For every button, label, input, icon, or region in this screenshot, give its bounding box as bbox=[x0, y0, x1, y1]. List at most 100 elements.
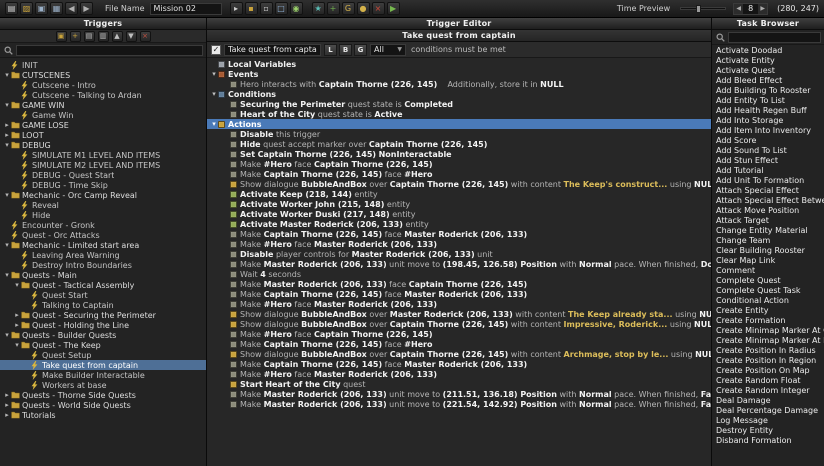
task-item[interactable]: Add Unit To Formation bbox=[712, 176, 824, 186]
chevron-down-icon[interactable]: ▾ bbox=[3, 271, 11, 279]
trigger-tree-item[interactable]: ▸Quest - Securing the Perimeter bbox=[0, 310, 206, 320]
editor-action-row[interactable]: Make Captain Thorne (226, 145) face Mast… bbox=[207, 359, 711, 369]
trigger-tree-item[interactable]: SIMULATE M2 LEVEL AND ITEMS bbox=[0, 160, 206, 170]
editor-action-row[interactable]: Disable player controls for Master Roder… bbox=[207, 249, 711, 259]
chevron-down-icon[interactable]: ▾ bbox=[210, 90, 218, 98]
editor-action-row[interactable]: Make #Hero face Captain Thorne (226, 145… bbox=[207, 329, 711, 339]
chevron-right-icon[interactable]: ▸ bbox=[3, 131, 11, 139]
gear-icon[interactable]: ● bbox=[357, 2, 370, 15]
new-file-icon[interactable]: ▤ bbox=[5, 2, 18, 15]
chevron-down-icon[interactable]: ▾ bbox=[13, 341, 21, 349]
task-item[interactable]: Create Formation bbox=[712, 316, 824, 326]
move-up-icon[interactable]: ▲ bbox=[112, 31, 123, 42]
chevron-down-icon[interactable]: ▾ bbox=[3, 141, 11, 149]
editor-action-row[interactable]: Make Master Roderick (206, 133) unit mov… bbox=[207, 259, 711, 269]
trigger-tree-item[interactable]: ▾Quests - Builder Quests bbox=[0, 330, 206, 340]
task-item[interactable]: Add Stun Effect bbox=[712, 156, 824, 166]
eraser-tool-icon[interactable]: ▫ bbox=[260, 2, 273, 15]
task-item[interactable]: Attack Move Position bbox=[712, 206, 824, 216]
trigger-tree-item[interactable]: ▸Quests - World Side Quests bbox=[0, 400, 206, 410]
editor-action-row[interactable]: Make Master Roderick (206, 133) unit mov… bbox=[207, 399, 711, 409]
trigger-tree-item[interactable]: DEBUG - Time Skip bbox=[0, 180, 206, 190]
task-item[interactable]: Disband Formation bbox=[712, 436, 824, 446]
editor-action-row[interactable]: Hide quest accept marker over Captain Th… bbox=[207, 139, 711, 149]
editor-action-row[interactable]: Activate Keep (218, 144) entity bbox=[207, 189, 711, 199]
trigger-tree-item[interactable]: DEBUG - Quest Start bbox=[0, 170, 206, 180]
chevron-right-icon[interactable]: ▸ bbox=[3, 401, 11, 409]
trigger-tree-item[interactable]: Quest Setup bbox=[0, 350, 206, 360]
wand-icon[interactable]: ★ bbox=[312, 2, 325, 15]
brush-tool-icon[interactable]: ▪ bbox=[245, 2, 258, 15]
trigger-tree-item[interactable]: Talking to Captain bbox=[0, 300, 206, 310]
task-item[interactable]: Add Into Storage bbox=[712, 116, 824, 126]
trigger-tree-item[interactable]: Take quest from captain bbox=[0, 360, 206, 370]
trigger-tree-item[interactable]: ▸Quest - Holding the Line bbox=[0, 320, 206, 330]
slider-handle-icon[interactable] bbox=[696, 5, 701, 13]
trigger-tree-item[interactable]: Game Win bbox=[0, 110, 206, 120]
trigger-tree-item[interactable]: Workers at base bbox=[0, 380, 206, 390]
chevron-down-icon[interactable]: ▾ bbox=[3, 101, 11, 109]
chevron-down-icon[interactable]: ▾ bbox=[3, 191, 11, 199]
editor-action-row[interactable]: Activate Worker Duski (217, 148) entity bbox=[207, 209, 711, 219]
task-item[interactable]: Conditional Action bbox=[712, 296, 824, 306]
chevron-down-icon[interactable]: ▾ bbox=[3, 71, 11, 79]
chevron-down-icon[interactable]: ▾ bbox=[13, 281, 21, 289]
task-item[interactable]: Activate Entity bbox=[712, 56, 824, 66]
trigger-enabled-checkbox[interactable]: ✓ bbox=[211, 45, 221, 55]
task-item[interactable]: Add Tutorial bbox=[712, 166, 824, 176]
trigger-tree-item[interactable]: ▾Quests - Main bbox=[0, 270, 206, 280]
task-item[interactable]: Attack Target bbox=[712, 216, 824, 226]
region-tool-icon[interactable]: □ bbox=[275, 2, 288, 15]
editor-action-row[interactable]: Wait 4 seconds bbox=[207, 269, 711, 279]
task-item[interactable]: Add Building To Rooster bbox=[712, 86, 824, 96]
trigger-tree-item[interactable]: INIT bbox=[0, 60, 206, 70]
chevron-right-icon[interactable]: ▸ bbox=[3, 121, 11, 129]
flag-button-l[interactable]: L bbox=[324, 44, 337, 56]
trigger-tree-item[interactable]: Quest - Orc Attacks bbox=[0, 230, 206, 240]
editor-action-row[interactable]: Make Captain Thorne (226, 145) face Mast… bbox=[207, 289, 711, 299]
trigger-tree-item[interactable]: Make Builder Interactable bbox=[0, 370, 206, 380]
task-item[interactable]: Add Health Regen Buff bbox=[712, 106, 824, 116]
editor-action-row[interactable]: Show dialogue BubbleAndBox over Captain … bbox=[207, 349, 711, 359]
editor-action-row[interactable]: Show dialogue BubbleAndBox over Captain … bbox=[207, 319, 711, 329]
task-item[interactable]: Clear Building Rooster bbox=[712, 246, 824, 256]
chevron-down-icon[interactable]: ▾ bbox=[210, 70, 218, 78]
editor-category-row[interactable]: ▾Events bbox=[207, 69, 711, 79]
task-item[interactable]: Attach Special Effect bbox=[712, 186, 824, 196]
editor-action-row[interactable]: Securing the Perimeter quest state is Co… bbox=[207, 99, 711, 109]
move-down-icon[interactable]: ▼ bbox=[126, 31, 137, 42]
task-browser-search-input[interactable] bbox=[728, 32, 821, 43]
editor-action-row[interactable]: Make Master Roderick (206, 133) unit mov… bbox=[207, 389, 711, 399]
task-item[interactable]: Add Score bbox=[712, 136, 824, 146]
editor-action-row[interactable]: Activate Worker John (215, 148) entity bbox=[207, 199, 711, 209]
editor-action-row[interactable]: Hero interacts with Captain Thorne (226,… bbox=[207, 79, 711, 89]
paste-trigger-icon[interactable]: ▥ bbox=[98, 31, 109, 42]
save-icon[interactable]: ▣ bbox=[35, 2, 48, 15]
chevron-down-icon[interactable]: ▾ bbox=[210, 120, 218, 128]
task-item[interactable]: Create Random Float bbox=[712, 376, 824, 386]
task-item[interactable]: Complete Quest bbox=[712, 276, 824, 286]
task-item[interactable]: Create Position On Map bbox=[712, 366, 824, 376]
editor-action-row[interactable]: Set Captain Thorne (226, 145) NonInterac… bbox=[207, 149, 711, 159]
task-item[interactable]: Create Position In Radius bbox=[712, 346, 824, 356]
editor-action-row[interactable]: Make #Hero face Captain Thorne (226, 145… bbox=[207, 159, 711, 169]
editor-action-row[interactable]: Activate Master Roderick (206, 133) enti… bbox=[207, 219, 711, 229]
chevron-right-icon[interactable]: ▸ bbox=[3, 391, 11, 399]
stepper-decrement-button[interactable]: ◀ bbox=[734, 4, 743, 14]
editor-action-row[interactable]: Make Captain Thorne (226, 145) face #Her… bbox=[207, 169, 711, 179]
task-item[interactable]: Comment bbox=[712, 266, 824, 276]
trigger-tree-item[interactable]: Hide bbox=[0, 210, 206, 220]
chevron-right-icon[interactable]: ▸ bbox=[13, 321, 21, 329]
task-item[interactable]: Log Message bbox=[712, 416, 824, 426]
flag-button-g[interactable]: G bbox=[354, 44, 367, 56]
chevron-right-icon[interactable]: ▸ bbox=[3, 411, 11, 419]
redo-icon[interactable]: ▶ bbox=[80, 2, 93, 15]
task-item[interactable]: Activate Doodad bbox=[712, 46, 824, 56]
trigger-tree-item[interactable]: ▸LOOT bbox=[0, 130, 206, 140]
undo-icon[interactable]: ◀ bbox=[65, 2, 78, 15]
editor-category-row[interactable]: ▾Actions bbox=[207, 119, 711, 129]
task-item[interactable]: Deal Damage bbox=[712, 396, 824, 406]
stepper-increment-button[interactable]: ▶ bbox=[758, 4, 767, 14]
task-item[interactable]: Create Entity bbox=[712, 306, 824, 316]
task-item[interactable]: Attach Special Effect Between Entities bbox=[712, 196, 824, 206]
